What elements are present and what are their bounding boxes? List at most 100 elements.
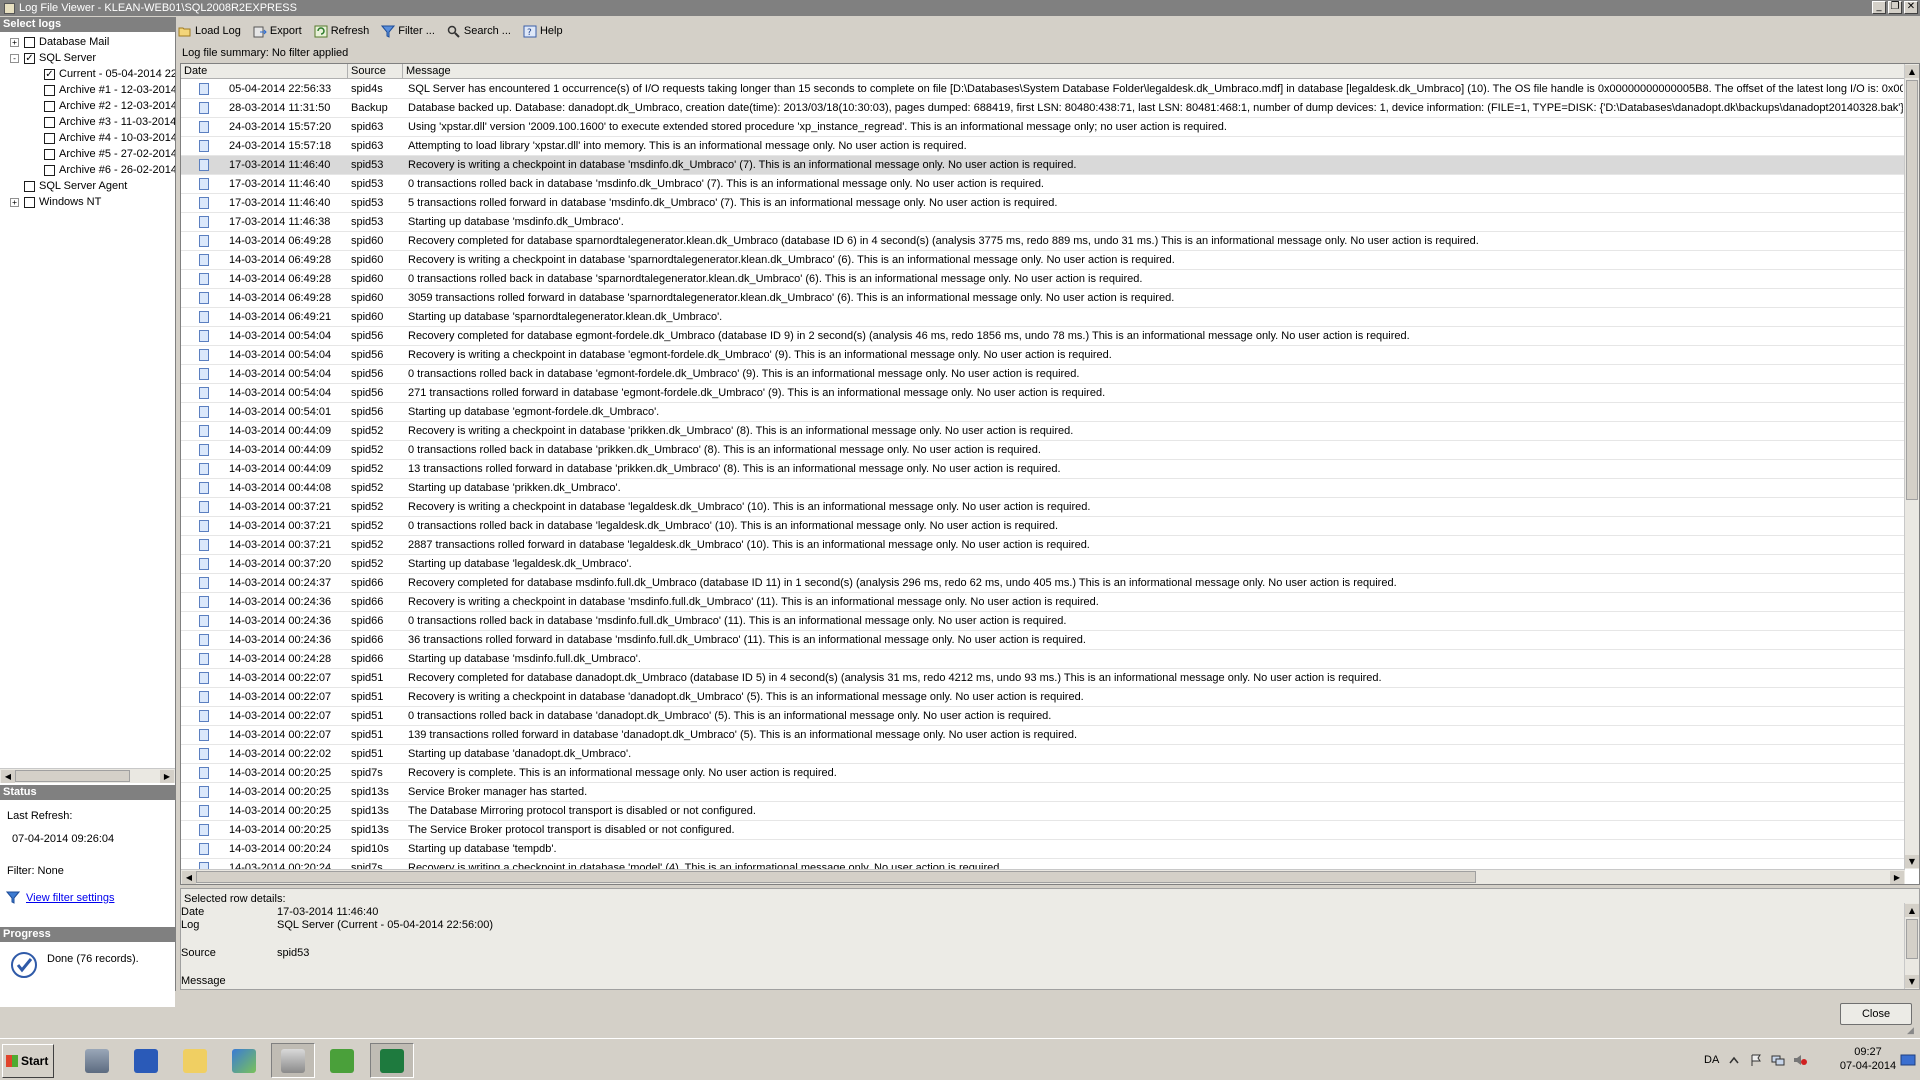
log-row[interactable]: 14-03-2014 00:24:28 spid66 Starting up dat…	[181, 650, 1904, 669]
volume-muted-icon[interactable]	[1793, 1053, 1808, 1067]
tree-item[interactable]: ✓ Current - 05-04-2014 22:56:00	[44, 66, 175, 82]
tree-item-checkbox[interactable]	[24, 180, 35, 192]
collapse-icon[interactable]: -	[10, 53, 19, 63]
log-row[interactable]: 14-03-2014 00:20:25 spid13s The Service Br…	[181, 821, 1904, 840]
log-row[interactable]: 14-03-2014 00:24:36 spid66 36 transactions…	[181, 631, 1904, 650]
show-hidden-icons-icon[interactable]	[1727, 1053, 1741, 1067]
tree-item[interactable]: Archive #1 - 12-03-2014 11:54:00	[44, 82, 175, 98]
log-row[interactable]: 17-03-2014 11:46:40 spid53 5 transactions …	[181, 194, 1904, 213]
column-header-message[interactable]: Message	[403, 64, 1905, 79]
tree-item-checkbox[interactable]	[44, 116, 55, 128]
tree-item-checkbox[interactable]	[24, 36, 35, 48]
log-row[interactable]: 24-03-2014 15:57:18 spid63 Attempting to l…	[181, 137, 1904, 156]
grid-vscroll-thumb[interactable]	[1906, 80, 1918, 500]
details-vertical-scrollbar[interactable]: ▲ ▼	[1904, 903, 1919, 989]
view-filter-row[interactable]: View filter settings	[6, 891, 114, 904]
start-button[interactable]: Start	[2, 1044, 54, 1078]
log-row[interactable]: 14-03-2014 00:20:24 spid10s Starting up da…	[181, 840, 1904, 859]
log-row[interactable]: 14-03-2014 00:22:07 spid51 139 transaction…	[181, 726, 1904, 745]
log-row[interactable]: 17-03-2014 11:46:40 spid53 Recovery is wri…	[181, 156, 1904, 175]
log-row[interactable]: 24-03-2014 15:57:20 spid63 Using 'xpstar.d…	[181, 118, 1904, 137]
close-button[interactable]: Close	[1840, 1003, 1912, 1025]
log-row[interactable]: 14-03-2014 00:22:02 spid51 Starting up dat…	[181, 745, 1904, 764]
log-row[interactable]: 14-03-2014 06:49:21 spid60 Starting up dat…	[181, 308, 1904, 327]
log-row[interactable]: 14-03-2014 00:54:01 spid56 Starting up dat…	[181, 403, 1904, 422]
tree-item[interactable]: + Database Mail	[10, 34, 109, 50]
tree-item[interactable]: Archive #6 - 26-02-2014 14:14:00	[44, 162, 175, 178]
scroll-up-arrow-icon[interactable]: ▲	[1905, 65, 1919, 78]
column-header-source[interactable]: Source	[348, 64, 403, 79]
grid-horizontal-scrollbar[interactable]: ◀ ▶	[181, 869, 1905, 884]
tree-scroll-thumb[interactable]	[15, 770, 130, 782]
tree-item[interactable]: SQL Server Agent	[24, 178, 127, 194]
grid-scroll-left-icon[interactable]: ◀	[182, 871, 196, 884]
log-row[interactable]: 28-03-2014 11:31:50 Backup Database backed…	[181, 99, 1904, 118]
taskbar-clock[interactable]: 09:27 07-04-2014	[1838, 1045, 1898, 1073]
log-row[interactable]: 14-03-2014 00:44:08 spid52 Starting up dat…	[181, 479, 1904, 498]
details-scroll-thumb[interactable]	[1906, 919, 1918, 959]
action-center-flag-icon[interactable]	[1749, 1053, 1763, 1067]
log-row[interactable]: 14-03-2014 00:37:20 spid52 Starting up dat…	[181, 555, 1904, 574]
column-header-date[interactable]: Date	[181, 64, 348, 79]
taskbar-powershell[interactable]	[124, 1043, 168, 1078]
tree-item-checkbox[interactable]	[44, 84, 55, 96]
details-scroll-down-icon[interactable]: ▼	[1905, 975, 1919, 988]
log-row[interactable]: 14-03-2014 00:44:09 spid52 0 transactions …	[181, 441, 1904, 460]
tree-item[interactable]: Archive #4 - 10-03-2014 21:20:00	[44, 130, 175, 146]
log-row[interactable]: 14-03-2014 06:49:28 spid60 Recovery is wri…	[181, 251, 1904, 270]
log-row[interactable]: 14-03-2014 00:54:04 spid56 0 transactions …	[181, 365, 1904, 384]
taskbar-performance[interactable]	[320, 1043, 364, 1078]
minimize-button[interactable]: _	[1872, 1, 1886, 14]
log-row[interactable]: 14-03-2014 00:22:07 spid51 Recovery is wri…	[181, 688, 1904, 707]
taskbar-management-studio[interactable]	[271, 1043, 315, 1078]
log-grid[interactable]: Date Source Message 05-04-2014 22:56:33 s…	[180, 63, 1920, 885]
log-row[interactable]: 14-03-2014 00:44:09 spid52 Recovery is wri…	[181, 422, 1904, 441]
load-log-button[interactable]: Load Log	[178, 25, 241, 38]
log-row[interactable]: 05-04-2014 22:56:33 spid4s SQL Server has …	[181, 80, 1904, 99]
taskbar-iis[interactable]	[222, 1043, 266, 1078]
log-row[interactable]: 14-03-2014 00:22:07 spid51 0 transactions …	[181, 707, 1904, 726]
tree-item[interactable]: - ✓ SQL Server	[10, 50, 96, 66]
log-row[interactable]: 14-03-2014 00:54:04 spid56 Recovery is wri…	[181, 346, 1904, 365]
tree-item[interactable]: + Windows NT	[10, 194, 101, 210]
tree-item-checkbox[interactable]: ✓	[24, 52, 35, 64]
network-icon[interactable]	[1771, 1053, 1785, 1067]
grid-scroll-right-icon[interactable]: ▶	[1890, 871, 1904, 884]
log-row[interactable]: 14-03-2014 06:49:28 spid60 3059 transactio…	[181, 289, 1904, 308]
maximize-button[interactable]: ❐	[1888, 1, 1902, 14]
grid-vertical-scrollbar[interactable]: ▲ ▼	[1904, 64, 1919, 869]
log-row[interactable]: 17-03-2014 11:46:38 spid53 Starting up dat…	[181, 213, 1904, 232]
log-row[interactable]: 14-03-2014 06:49:28 spid60 0 transactions …	[181, 270, 1904, 289]
language-indicator[interactable]: DA	[1704, 1054, 1719, 1066]
search-button[interactable]: Search ...	[447, 25, 511, 38]
log-tree[interactable]: + Database Mail - ✓ SQL Server ✓ Current - 05-…	[0, 32, 175, 768]
log-row[interactable]: 14-03-2014 00:20:25 spid13s The Database M…	[181, 802, 1904, 821]
taskbar-log-viewer[interactable]	[370, 1043, 414, 1078]
expand-icon[interactable]: +	[10, 37, 19, 47]
log-row[interactable]: 14-03-2014 00:22:07 spid51 Recovery comple…	[181, 669, 1904, 688]
tree-item-checkbox[interactable]: ✓	[44, 68, 55, 80]
log-row[interactable]: 14-03-2014 00:20:25 spid13s Service Broker…	[181, 783, 1904, 802]
log-row[interactable]: 17-03-2014 11:46:40 spid53 0 transactions …	[181, 175, 1904, 194]
close-window-button[interactable]: ✕	[1904, 1, 1918, 14]
tree-item-checkbox[interactable]	[24, 196, 35, 208]
tree-item-checkbox[interactable]	[44, 132, 55, 144]
taskbar-server-manager[interactable]	[75, 1043, 119, 1078]
tree-item-checkbox[interactable]	[44, 164, 55, 176]
tree-item[interactable]: Archive #3 - 11-03-2014 11:11:00	[44, 114, 175, 130]
show-desktop-icon[interactable]	[1900, 1053, 1916, 1067]
log-row[interactable]: 14-03-2014 00:20:25 spid7s Recovery is com…	[181, 764, 1904, 783]
details-scroll-up-icon[interactable]: ▲	[1905, 904, 1919, 917]
tree-item-checkbox[interactable]	[44, 148, 55, 160]
filter-button[interactable]: Filter ...	[381, 25, 435, 38]
tree-item[interactable]: Archive #2 - 12-03-2014 11:50:00	[44, 98, 175, 114]
scroll-left-arrow-icon[interactable]: ◀	[1, 770, 15, 783]
log-row[interactable]: 14-03-2014 00:37:21 spid52 Recovery is wri…	[181, 498, 1904, 517]
log-row[interactable]: 14-03-2014 00:20:24 spid7s Recovery is wri…	[181, 859, 1904, 869]
grid-hscroll-thumb[interactable]	[196, 871, 1476, 883]
log-row[interactable]: 14-03-2014 00:24:36 spid66 Recovery is wri…	[181, 593, 1904, 612]
log-row[interactable]: 14-03-2014 00:54:04 spid56 271 transaction…	[181, 384, 1904, 403]
resize-grip-icon[interactable]: ◢	[1907, 1025, 1917, 1035]
window-title-bar[interactable]: Log File Viewer - KLEAN-WEB01\SQL2008R2E…	[0, 0, 1920, 16]
view-filter-settings-link[interactable]: View filter settings	[26, 892, 114, 904]
